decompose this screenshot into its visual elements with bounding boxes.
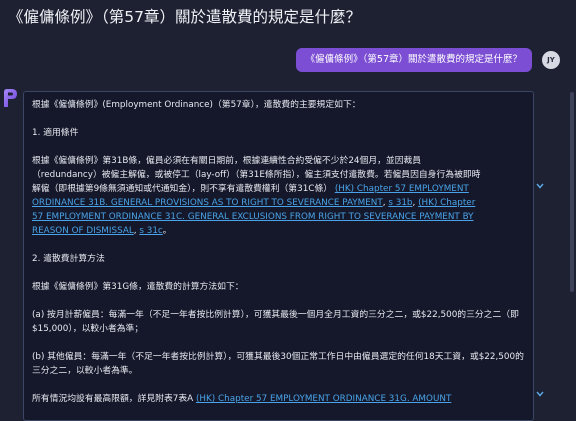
- section-heading-conditions: 1. 適用條件: [32, 128, 79, 138]
- section-heading-calculation: 2. 遣散費計算方法: [32, 254, 105, 264]
- chevron-down-icon[interactable]: [536, 391, 544, 397]
- user-avatar[interactable]: JY: [542, 51, 560, 69]
- final-note: 所有情況均設有最高限額，詳見附表7表A (HK) Chapter 57 EMPL…: [32, 392, 525, 406]
- answer-intro: 根據《僱傭條例》(Employment Ordinance)（第57章），遣散費…: [32, 100, 361, 110]
- calculation-item-a: (a) 按月計薪僱員：每滿一年（不足一年者按比例計算），可獲其最後一個月全月工資…: [32, 310, 519, 334]
- section-intro-calculation: 根據《僱傭條例》第31G條，遣散費的計算方法如下：: [32, 282, 244, 292]
- bot-logo-icon: [4, 89, 17, 107]
- final-note-text: 所有情況均設有最高限額，詳見附表7表A: [32, 394, 194, 404]
- citation-link-s31b[interactable]: s 31b: [388, 198, 412, 208]
- citation-link-s31c[interactable]: s 31c: [139, 226, 162, 236]
- user-message-bubble: 《僱傭條例》（第57章）關於遣散費的規定是什麼？: [295, 48, 532, 72]
- page-title: 《僱傭條例》（第57章）關於遣散費的規定是什麼？: [8, 8, 361, 26]
- scrollbar[interactable]: [570, 92, 574, 292]
- user-message-row: 《僱傭條例》（第57章）關於遣散費的規定是什麼？ JY: [295, 48, 560, 72]
- chevron-down-icon[interactable]: [536, 183, 544, 189]
- calculation-item-b: (b) 其他僱員：每滿一年（不足一年者按比例計算），可獲其最後30個正常工作日中…: [32, 352, 524, 376]
- assistant-answer-panel: 根據《僱傭條例》(Employment Ordinance)（第57章），遣散費…: [23, 91, 534, 421]
- citation-link-31g[interactable]: (HK) Chapter 57 EMPLOYMENT ORDINANCE 31G…: [196, 394, 451, 404]
- sentence-end: 。: [162, 226, 172, 236]
- section-text-conditions: 根據《僱傭條例》第31B條，僱員必須在有關日期前，根據連續性合約受僱不少於24個…: [32, 154, 525, 238]
